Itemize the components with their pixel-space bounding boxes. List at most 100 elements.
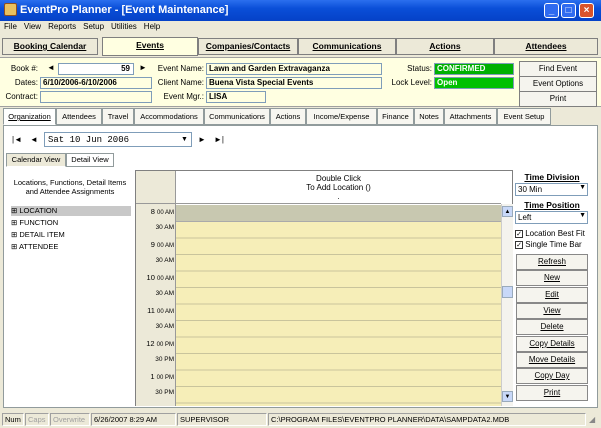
menu-view[interactable]: View	[20, 21, 44, 31]
prev-date-icon[interactable]: ◄	[30, 135, 38, 144]
close-icon[interactable]: ×	[579, 3, 594, 18]
time-division-select[interactable]: 30 Min ▼	[515, 183, 588, 196]
add-location-header[interactable]: Double Click To Add Location () .	[176, 171, 501, 204]
contract-field[interactable]	[40, 91, 152, 103]
tab-communications-sub[interactable]: Communications	[204, 108, 270, 125]
vertical-scrollbar[interactable]: ▲ ▼	[501, 204, 513, 406]
tab-events[interactable]: Events	[102, 37, 198, 56]
app-icon[interactable]	[4, 3, 17, 16]
date-picker[interactable]: Sat 10 Jun 2006 ▼	[44, 132, 192, 147]
copy-details-button[interactable]: Copy Details	[516, 336, 588, 352]
checkbox-checked-icon[interactable]: ✓	[515, 229, 523, 238]
tab-companies-contacts[interactable]: Companies/Contacts	[198, 38, 298, 55]
event-options-button[interactable]: Event Options	[519, 76, 597, 92]
tab-accommodations[interactable]: Accommodations	[134, 108, 204, 125]
num-indicator: Num	[2, 413, 24, 426]
chevron-down-icon[interactable]: ▼	[579, 184, 586, 191]
time-11: 11 00 AM	[147, 306, 174, 315]
tab-attendees-sub[interactable]: Attendees	[56, 108, 102, 125]
tab-finance[interactable]: Finance	[377, 108, 414, 125]
location-best-fit-checkbox[interactable]: ✓ Location Best Fit	[515, 229, 585, 238]
lock-level-field[interactable]: Open	[434, 77, 514, 89]
event-mgr-label: Event Mgr.:	[163, 92, 204, 101]
client-name-field[interactable]: Buena Vista Special Events	[206, 77, 382, 89]
chevron-down-icon[interactable]: ▼	[179, 134, 190, 145]
tree-item-detail-item[interactable]: ⊞ DETAIL ITEM	[11, 230, 65, 239]
grid-corner	[136, 171, 176, 204]
tab-communications[interactable]: Communications	[298, 38, 396, 55]
scroll-up-icon[interactable]: ▲	[502, 206, 513, 217]
checkbox-checked-icon[interactable]: ✓	[515, 240, 523, 249]
tab-event-setup[interactable]: Event Setup	[497, 108, 551, 125]
client-name-label: Client Name:	[157, 78, 204, 87]
slot-row-selected[interactable]	[176, 205, 501, 222]
time-9: 9 00 AM	[150, 240, 174, 249]
menu-help[interactable]: Help	[140, 21, 163, 31]
time-130: 30 PM	[155, 389, 174, 396]
time-1030: 30 AM	[155, 290, 174, 297]
last-date-icon[interactable]: ►|	[214, 135, 224, 144]
title-bar: EventPro Planner - [Event Maintenance] _…	[0, 0, 601, 21]
menu-file[interactable]: File	[0, 21, 20, 31]
resize-grip-icon[interactable]: ◢	[589, 415, 595, 424]
new-button[interactable]: New	[516, 270, 588, 286]
tab-attendees[interactable]: Attendees	[494, 38, 598, 55]
prev-book-icon[interactable]: ◄	[47, 63, 55, 72]
tab-income-expense[interactable]: Income/Expense	[306, 108, 377, 125]
delete-button[interactable]: Delete	[516, 319, 588, 335]
copy-day-button[interactable]: Copy Day	[516, 368, 588, 384]
time-division-label: Time Division	[524, 172, 580, 182]
tree-item-function[interactable]: ⊞ FUNCTION	[11, 218, 58, 227]
tree-header: Locations, Functions, Detail Items and A…	[13, 178, 127, 196]
time-position-select[interactable]: Left ▼	[515, 211, 588, 224]
find-event-button[interactable]: Find Event	[519, 61, 597, 77]
next-book-icon[interactable]: ►	[139, 63, 147, 72]
edit-button[interactable]: Edit	[516, 287, 588, 303]
time-930: 30 AM	[155, 257, 174, 264]
tab-detail-view[interactable]: Detail View	[66, 153, 114, 167]
tab-actions-sub[interactable]: Actions	[270, 108, 306, 125]
window-title: EventPro Planner - [Event Maintenance]	[20, 4, 229, 16]
maximize-icon[interactable]: □	[561, 3, 576, 18]
event-name-field[interactable]: Lawn and Garden Extravaganza	[206, 63, 382, 75]
tab-organization[interactable]: Organization	[3, 108, 56, 125]
date-value: Sat 10 Jun 2006	[48, 135, 130, 145]
tab-calendar-view[interactable]: Calendar View	[6, 153, 66, 167]
database-path: C:\PROGRAM FILES\EVENTPRO PLANNER\DATA\S…	[268, 413, 586, 426]
refresh-button[interactable]: Refresh	[516, 254, 588, 270]
time-1: 1 00 PM	[150, 372, 174, 381]
schedule-grid: Double Click To Add Location () . 8 00 A…	[135, 170, 513, 406]
status-bar: Num Caps Overwrite 6/26/2007 8:29 AM SUP…	[0, 411, 601, 428]
minimize-icon[interactable]: _	[544, 3, 559, 18]
time-position-label: Time Position	[524, 200, 580, 210]
scroll-thumb[interactable]	[502, 286, 513, 298]
menu-setup[interactable]: Setup	[79, 21, 107, 31]
dates-field[interactable]: 6/10/2006-6/10/2006	[40, 77, 152, 89]
first-date-icon[interactable]: |◄	[12, 135, 22, 144]
book-number-field[interactable]: 59	[58, 63, 134, 75]
next-date-icon[interactable]: ►	[198, 135, 206, 144]
print-event-button[interactable]: Print	[519, 91, 597, 107]
tab-notes[interactable]: Notes	[414, 108, 444, 125]
single-time-bar-checkbox[interactable]: ✓ Single Time Bar	[515, 240, 582, 249]
print-button[interactable]: Print	[516, 385, 588, 401]
tab-attachments[interactable]: Attachments	[444, 108, 497, 125]
move-details-button[interactable]: Move Details	[516, 352, 588, 368]
user-indicator: SUPERVISOR	[177, 413, 267, 426]
tab-travel[interactable]: Travel	[102, 108, 134, 125]
menu-utilities[interactable]: Utilities	[107, 21, 140, 31]
tab-actions[interactable]: Actions	[396, 38, 494, 55]
slot-rows[interactable]	[176, 222, 501, 406]
time-1130: 30 AM	[155, 323, 174, 330]
view-button[interactable]: View	[516, 303, 588, 319]
tree-item-attendee[interactable]: ⊞ ATTENDEE	[11, 242, 58, 251]
chevron-down-icon[interactable]: ▼	[579, 212, 586, 219]
tree-item-location[interactable]: ⊞ LOCATION	[11, 206, 131, 216]
event-mgr-field[interactable]: LISA	[206, 91, 266, 103]
scroll-down-icon[interactable]: ▼	[502, 391, 513, 402]
dates-label: Dates:	[14, 78, 38, 87]
assignment-tree: Locations, Functions, Detail Items and A…	[6, 167, 134, 407]
menu-bar: File View Reports Setup Utilities Help	[0, 21, 601, 35]
tab-booking-calendar[interactable]: Booking Calendar	[2, 38, 98, 55]
menu-reports[interactable]: Reports	[44, 21, 79, 31]
